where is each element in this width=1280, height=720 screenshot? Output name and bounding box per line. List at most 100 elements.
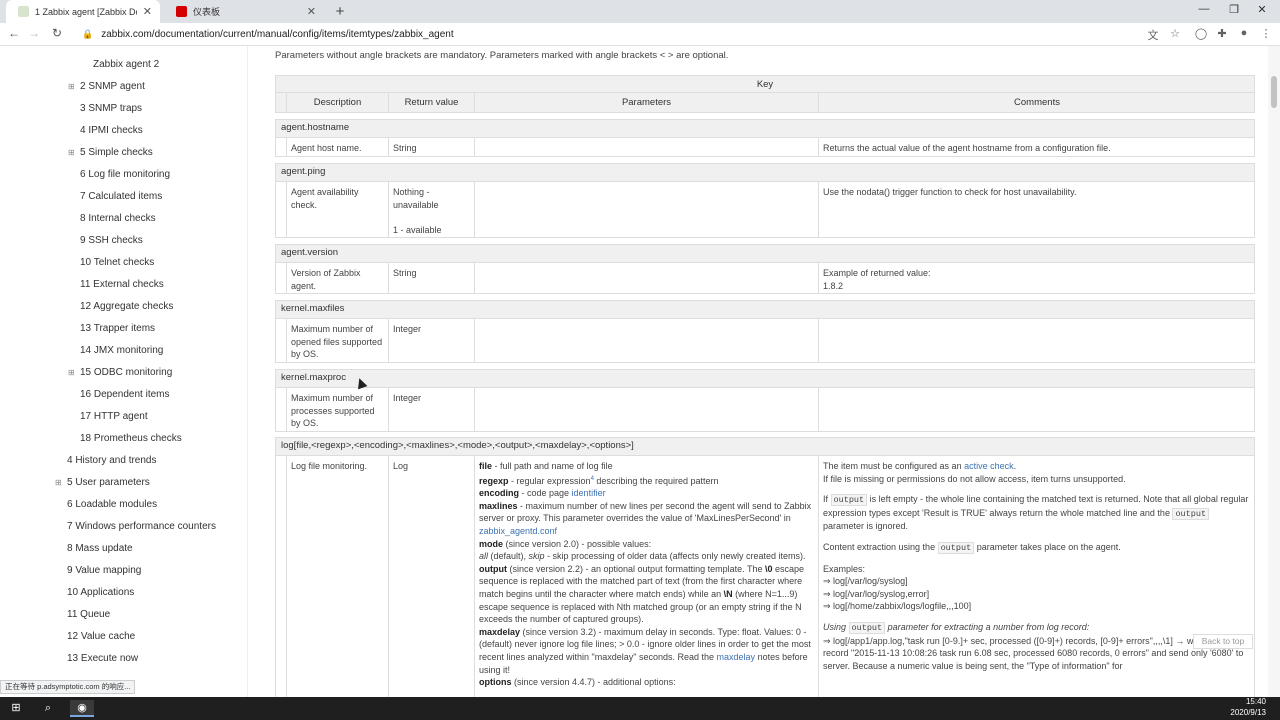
sidebar-item-dependent-items[interactable]: 16 Dependent items: [80, 389, 170, 400]
maxdelay-link[interactable]: maxdelay: [717, 652, 756, 662]
address-bar[interactable]: 🔒 zabbix.com/documentation/current/manua…: [76, 25, 1136, 44]
browser-toolbar: ← → ↻ 🔒 zabbix.com/documentation/current…: [0, 23, 1280, 46]
tab-dashboard[interactable]: 仪表板 ✕: [164, 0, 324, 23]
page-scrollbar[interactable]: [1268, 46, 1280, 697]
reload-icon[interactable]: ↻: [49, 26, 65, 40]
sidebar-item-simple-checks[interactable]: ⊞ 5 Simple checks: [68, 147, 153, 158]
puzzle-icon[interactable]: ✚: [1214, 27, 1230, 40]
item-parameters: [474, 138, 818, 156]
sidebar-item-telnet-checks[interactable]: 10 Telnet checks: [80, 257, 154, 268]
sidebar-item-zabbix-agent-2[interactable]: Zabbix agent 2: [93, 59, 159, 70]
sidebar-item-label: 9 Value mapping: [67, 565, 142, 576]
item-key-row: agent.hostname: [275, 119, 1255, 137]
extension-circle-icon[interactable]: ◯: [1193, 27, 1209, 40]
item-return-value: String: [388, 138, 474, 156]
sidebar-item-label: 7 Calculated items: [80, 191, 163, 202]
sidebar-item-odbc-monitoring[interactable]: ⊞ 15 ODBC monitoring: [68, 367, 172, 378]
sidebar-item-label: 6 Log file monitoring: [80, 169, 171, 180]
sidebar-item-mass-update[interactable]: 8 Mass update: [67, 543, 133, 554]
sidebar-item-user-parameters[interactable]: ⊞ 5 User parameters: [55, 477, 150, 488]
sidebar-item-external-checks[interactable]: 11 External checks: [80, 279, 164, 290]
item-key-row: kernel.maxproc: [275, 369, 1255, 387]
item-return-value: Nothing - unavailable 1 - available: [388, 182, 474, 237]
back-icon[interactable]: ←: [6, 26, 22, 40]
column-header-description: Description: [286, 93, 388, 112]
scrollbar-thumb[interactable]: [1271, 76, 1277, 108]
item-description: Log file monitoring.: [286, 456, 388, 697]
table-row: Maximum number of opened files supported…: [275, 318, 1255, 363]
search-icon[interactable]: ⌕: [36, 700, 60, 717]
identifier-link[interactable]: identifier: [572, 488, 606, 498]
translate-icon[interactable]: 文: [1145, 27, 1161, 43]
back-to-top-button[interactable]: Back to top: [1193, 634, 1253, 649]
sidebar-item-http-agent[interactable]: 17 HTTP agent: [80, 411, 148, 422]
sidebar-item-loadable-modules[interactable]: 6 Loadable modules: [67, 499, 157, 510]
sidebar-item-applications[interactable]: 10 Applications: [67, 587, 134, 598]
sidebar-item-value-cache[interactable]: 12 Value cache: [67, 631, 135, 642]
item-return-value: Log: [388, 456, 474, 697]
bookmark-star-icon[interactable]: ☆: [1167, 27, 1183, 40]
sidebar-item-windows-performance-counters[interactable]: 7 Windows performance counters: [67, 521, 216, 532]
close-window-icon[interactable]: ✕: [1252, 3, 1272, 16]
sidebar-item-queue[interactable]: 11 Queue: [67, 609, 110, 620]
expand-icon[interactable]: ⊞: [68, 148, 75, 157]
sidebar-item-label: 13 Trapper items: [80, 323, 156, 334]
zabbix-agentd-conf-link[interactable]: zabbix_agentd.conf: [479, 526, 557, 536]
sidebar-item-snmp-agent[interactable]: ⊞ 2 SNMP agent: [68, 81, 145, 92]
item-description: Maximum number of processes supported by…: [286, 388, 388, 431]
item-description: Maximum number of opened files supported…: [286, 319, 388, 362]
sidebar-item-aggregate-checks[interactable]: 12 Aggregate checks: [80, 301, 173, 312]
expand-icon[interactable]: ⊞: [68, 82, 75, 91]
item-key-row: agent.ping: [275, 163, 1255, 181]
sidebar-item-value-mapping[interactable]: 9 Value mapping: [67, 565, 141, 576]
sidebar-item-snmp-traps[interactable]: 3 SNMP traps: [80, 103, 142, 114]
sidebar-item-label: 17 HTTP agent: [80, 411, 148, 422]
sidebar-item-execute-now[interactable]: 13 Execute now: [67, 653, 138, 664]
item-return-value: Integer: [388, 388, 474, 431]
intro-text: Parameters without angle brackets are ma…: [275, 50, 729, 61]
close-tab-icon[interactable]: ✕: [307, 5, 316, 18]
sidebar-item-label: 16 Dependent items: [80, 389, 170, 400]
sidebar-item-label: 10 Telnet checks: [80, 257, 155, 268]
sidebar-item-history-and-trends[interactable]: 4 History and trends: [67, 455, 157, 466]
sidebar-item-ipmi-checks[interactable]: 4 IPMI checks: [80, 125, 143, 136]
sidebar-item-log-file-monitoring[interactable]: 6 Log file monitoring: [80, 169, 170, 180]
chrome-icon[interactable]: ◉: [70, 700, 94, 717]
sidebar-item-label: 12 Aggregate checks: [80, 301, 174, 312]
system-clock[interactable]: 15:40 2020/9/13: [1230, 697, 1266, 718]
tab-title: 仪表板: [193, 7, 221, 17]
item-parameters: file - full path and name of log file re…: [474, 456, 818, 697]
forward-icon[interactable]: →: [26, 26, 42, 40]
sidebar-item-label: 5 User parameters: [67, 477, 150, 488]
tab-zabbix-docs[interactable]: 1 Zabbix agent [Zabbix Docum ✕: [6, 0, 160, 23]
profile-icon[interactable]: ●: [1236, 27, 1252, 39]
sidebar-item-ssh-checks[interactable]: 9 SSH checks: [80, 235, 143, 246]
minimize-icon[interactable]: —: [1194, 3, 1214, 15]
item-comments: Example of returned value: 1.8.2: [818, 263, 1256, 293]
expand-icon[interactable]: ⊞: [55, 478, 62, 487]
close-tab-icon[interactable]: ✕: [143, 5, 152, 18]
new-tab-button[interactable]: +: [332, 3, 348, 20]
clock-time: 15:40: [1245, 697, 1266, 706]
item-parameters: [474, 388, 818, 431]
item-key-row: agent.version: [275, 244, 1255, 262]
sidebar-item-calculated-items[interactable]: 7 Calculated items: [80, 191, 162, 202]
sidebar-item-label: 13 Execute now: [67, 653, 139, 664]
sidebar-item-prometheus-checks[interactable]: 18 Prometheus checks: [80, 433, 182, 444]
sidebar-item-label: 7 Windows performance counters: [67, 521, 216, 532]
sidebar-item-label: 11 External checks: [80, 279, 164, 290]
expand-icon[interactable]: ⊞: [68, 368, 75, 377]
item-return-value: Integer: [388, 319, 474, 362]
sidebar-item-internal-checks[interactable]: 8 Internal checks: [80, 213, 156, 224]
menu-icon[interactable]: ⋮: [1258, 27, 1274, 40]
sidebar-item-label: 9 SSH checks: [80, 235, 143, 246]
active-check-link[interactable]: active check: [964, 461, 1014, 471]
sidebar-item-label: 12 Value cache: [67, 631, 136, 642]
windows-start-icon[interactable]: ⊞: [4, 700, 28, 717]
restore-icon[interactable]: ❐: [1224, 3, 1244, 16]
table-column-headers: Description Return value Parameters Comm…: [275, 93, 1255, 113]
item-description: Version of Zabbix agent.: [286, 263, 388, 293]
sidebar-item-jmx-monitoring[interactable]: 14 JMX monitoring: [80, 345, 163, 356]
item-comments: [818, 319, 1256, 362]
sidebar-item-trapper-items[interactable]: 13 Trapper items: [80, 323, 155, 334]
